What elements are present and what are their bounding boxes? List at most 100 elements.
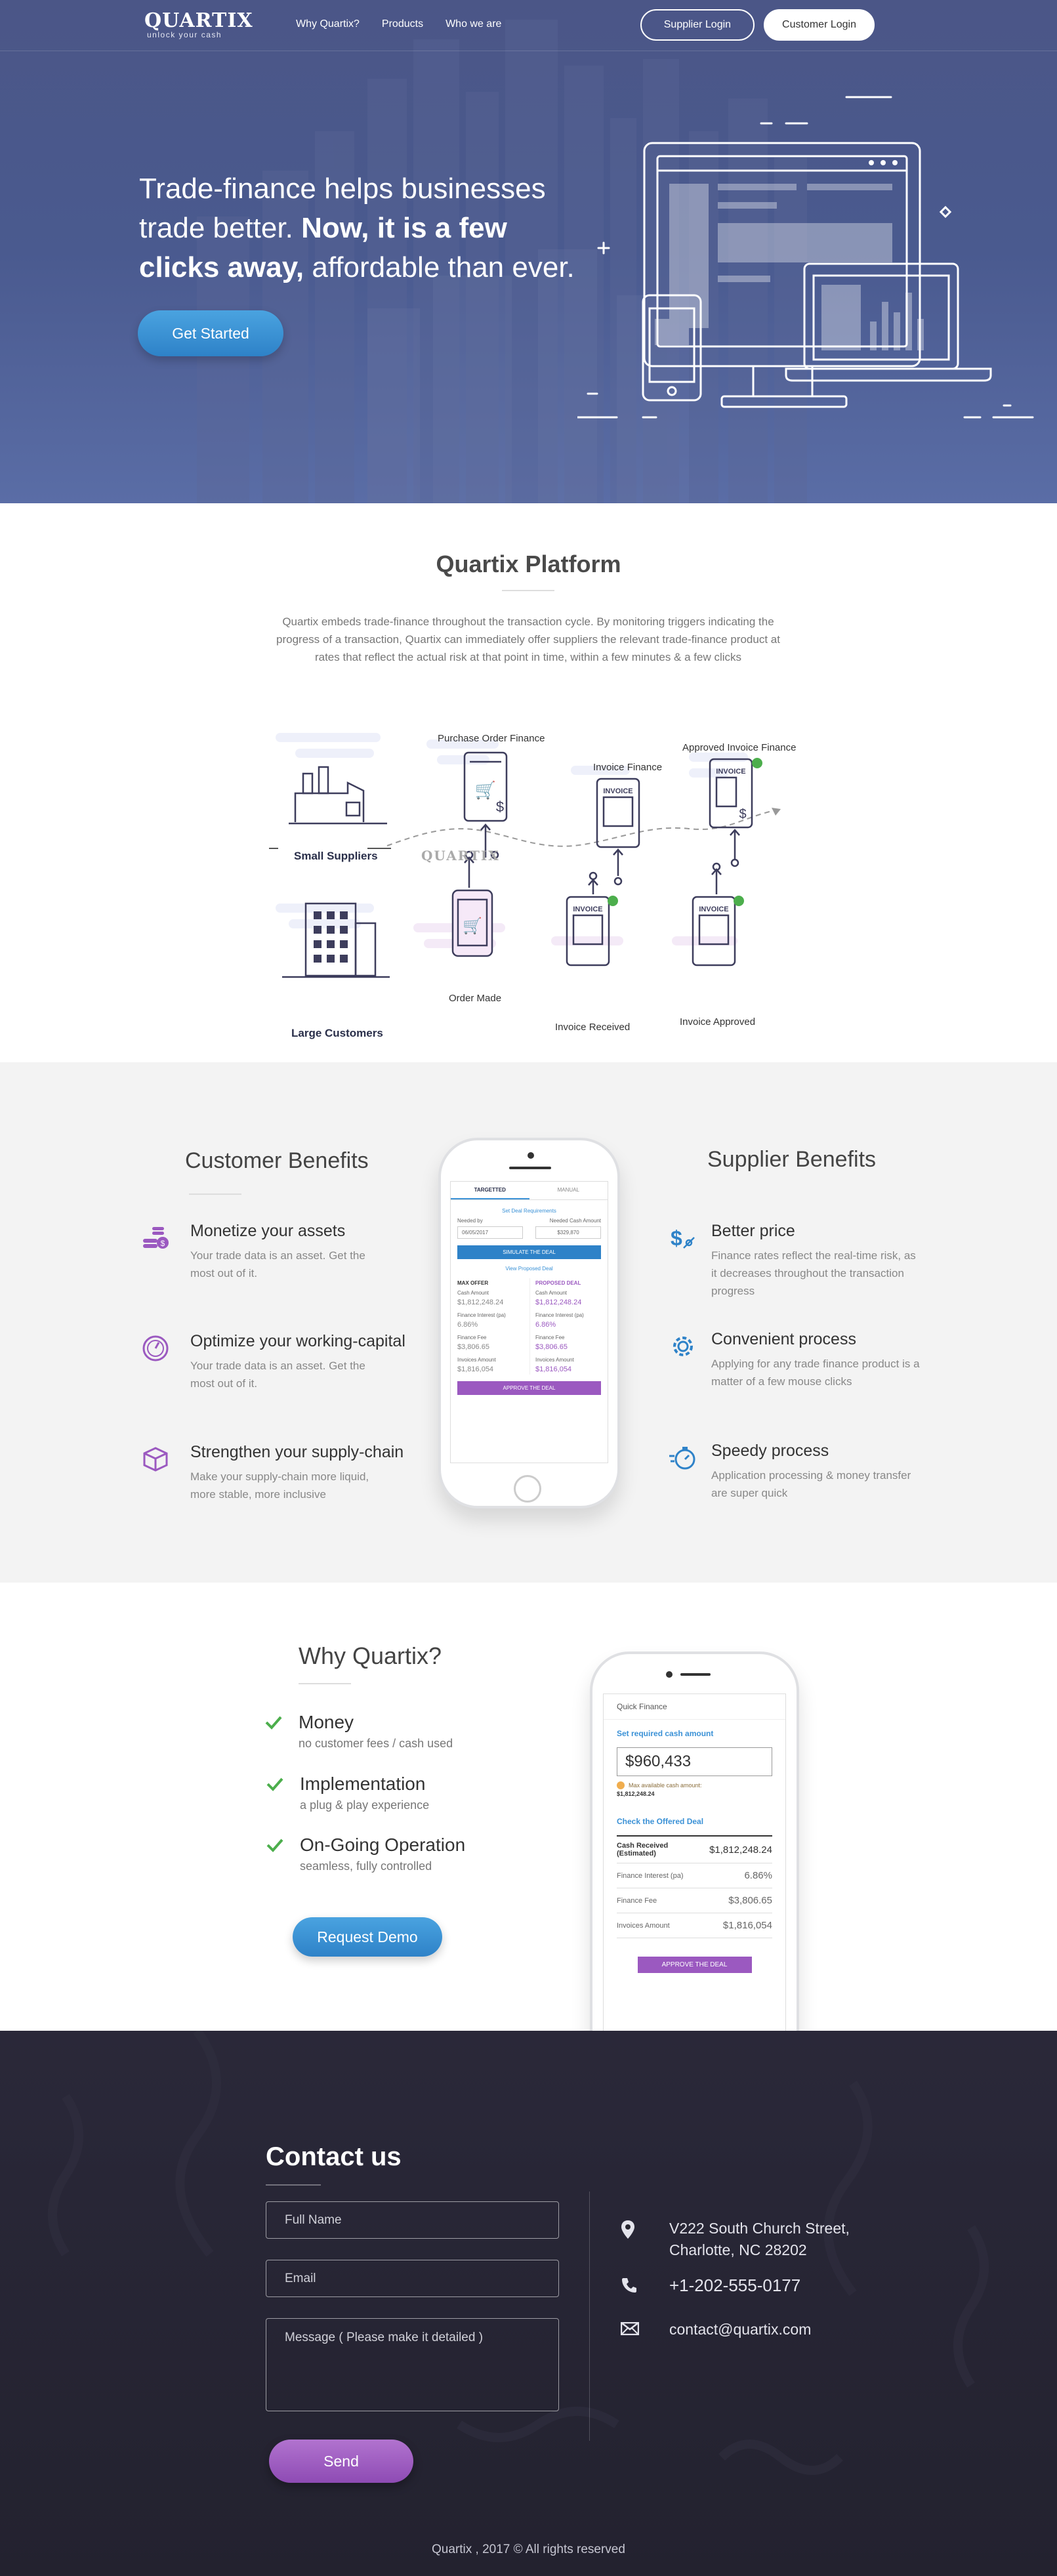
- nav-link-why-quartix[interactable]: Why Quartix?: [296, 18, 360, 30]
- main-nav: Why Quartix? Products Who we are: [296, 18, 501, 30]
- cash-received-label: Cash Received (Estimated): [617, 1842, 669, 1858]
- needed-cash-input[interactable]: $329,870: [535, 1226, 601, 1239]
- location-pin-icon: [621, 2220, 634, 2239]
- svg-text:🛒: 🛒: [463, 917, 482, 935]
- svg-text:🛒: 🛒: [475, 780, 496, 800]
- platform-description: Quartix embeds trade-finance throughout …: [276, 615, 780, 663]
- nav-link-products[interactable]: Products: [382, 18, 423, 30]
- svg-text:$: $: [739, 807, 746, 821]
- customer-title-divider: [189, 1194, 241, 1195]
- quartix-logo[interactable]: QUARTIX unlock your cash: [144, 9, 253, 40]
- why-item-implementation: Implementation a plug & play experience: [266, 1774, 430, 1812]
- benefit-text: Make your supply-chain more liquid, more…: [190, 1470, 369, 1501]
- full-name-input[interactable]: [266, 2201, 559, 2239]
- address: V222 South Church Street, Charlotte, NC …: [669, 2218, 850, 2261]
- approved-invoice-finance-label: Approved Invoice Finance: [682, 742, 797, 753]
- why-item-text: a plug & play experience: [300, 1798, 430, 1812]
- email-address[interactable]: contact@quartix.com: [669, 2319, 811, 2340]
- svg-text:$: $: [496, 799, 504, 815]
- phone-screen: Quick Finance Set required cash amount $…: [603, 1693, 786, 2031]
- supplier-login-button[interactable]: Supplier Login: [640, 9, 755, 41]
- why-item-text: no customer fees / cash used: [299, 1737, 453, 1750]
- cash-amount-label: Cash Amount: [457, 1290, 489, 1296]
- customer-benefits-title: Customer Benefits: [185, 1148, 369, 1173]
- email-input[interactable]: [266, 2260, 559, 2297]
- nav-link-who-we-are[interactable]: Who we are: [446, 18, 501, 30]
- message-textarea[interactable]: [266, 2318, 559, 2411]
- get-started-button[interactable]: Get Started: [138, 310, 283, 356]
- invoice-received-label: Invoice Received: [555, 1022, 631, 1033]
- max-available-label: Max available cash amount:: [629, 1782, 702, 1789]
- svg-text:QUARTIX: QUARTIX: [421, 848, 500, 863]
- benefit-title: Convenient process: [711, 1330, 856, 1348]
- phone-mockup-quick-finance: Quick Finance Set required cash amount $…: [590, 1652, 799, 2031]
- contact-section: Contact us Send V222 South Church Street…: [0, 2031, 1057, 2576]
- supplier-benefits-title: Supplier Benefits: [707, 1147, 877, 1172]
- headline-part-1: Trade-finance helps businesses: [139, 173, 546, 205]
- hero-headline: Trade-finance helps businesses trade bet…: [139, 169, 598, 287]
- approve-deal-button[interactable]: APPROVE THE DEAL: [457, 1381, 601, 1395]
- dollar-percent-icon: $: [671, 1226, 695, 1250]
- fee-label: Finance Fee: [617, 1896, 657, 1905]
- contact-title: Contact us: [266, 2142, 402, 2171]
- send-button[interactable]: Send: [269, 2440, 413, 2483]
- background-pattern: [48, 2031, 989, 2475]
- benefit-title: Strengthen your supply-chain: [190, 1443, 404, 1461]
- po-finance-label: Purchase Order Finance: [438, 733, 545, 744]
- max-offer-header: MAX OFFER: [457, 1280, 489, 1286]
- phone-number[interactable]: +1-202-555-0177: [669, 2275, 800, 2296]
- hero-section: QUARTIX unlock your cash Why Quartix? Pr…: [0, 0, 1057, 503]
- benefit-title: Better price: [711, 1222, 795, 1240]
- max-invoices-value: $1,816,054: [457, 1365, 494, 1373]
- max-cash-value: $1,812,248.24: [457, 1298, 504, 1306]
- cash-amount-input[interactable]: $960,433: [617, 1747, 772, 1776]
- stopwatch-icon: [669, 1447, 695, 1470]
- max-available-note: Max available cash amount:: [604, 1776, 785, 1789]
- set-required-label: Set required cash amount: [617, 1729, 714, 1738]
- request-demo-button[interactable]: Request Demo: [293, 1917, 442, 1957]
- invoices-value: $1,816,054: [722, 1920, 772, 1931]
- fee-label: Finance Fee: [457, 1335, 487, 1340]
- invoices-label: Invoices Amount: [535, 1357, 574, 1363]
- tab-manual[interactable]: MANUAL: [529, 1182, 608, 1199]
- customer-login-button[interactable]: Customer Login: [764, 9, 875, 41]
- phone-camera: [666, 1671, 673, 1678]
- top-navbar: QUARTIX unlock your cash Why Quartix? Pr…: [0, 0, 1057, 51]
- interest-value: 6.86%: [744, 1870, 772, 1881]
- large-customers-label: Large Customers: [291, 1027, 383, 1039]
- headline-part-2: trade better.: [139, 212, 302, 244]
- copyright-text: Quartix , 2017 © All rights reserved: [432, 2543, 625, 2556]
- benefit-text: Application processing & money transfer …: [711, 1469, 911, 1499]
- benefits-section: Customer Benefits $ Monetize your assets…: [0, 1062, 1057, 1583]
- needed-by-label: Needed by: [457, 1218, 483, 1224]
- approve-deal-button[interactable]: APPROVE THE DEAL: [637, 1957, 752, 1973]
- checkmark-icon: [266, 1839, 283, 1852]
- prop-interest-value: 6.86%: [535, 1321, 556, 1329]
- phone-speaker: [680, 1673, 711, 1676]
- platform-title: Quartix Platform: [436, 551, 621, 577]
- invoices-row: Invoices Amount $1,816,054: [617, 1913, 772, 1938]
- address-line-2: Charlotte, NC 28202: [669, 2241, 807, 2258]
- svg-text:$: $: [671, 1226, 682, 1250]
- why-item-title: Implementation: [300, 1774, 426, 1794]
- benefit-text: Finance rates reflect the real-time risk…: [711, 1249, 916, 1297]
- tab-targetted[interactable]: TARGETTED: [451, 1182, 529, 1199]
- needed-by-input[interactable]: 06/05/2017: [457, 1226, 523, 1239]
- invoice-finance-label: Invoice Finance: [593, 762, 663, 773]
- contact-divider: [589, 2192, 590, 2441]
- deal-table: Cash Received (Estimated) $1,812,248.24 …: [617, 1835, 772, 1938]
- phone-home-button[interactable]: [514, 1475, 541, 1503]
- checkmark-icon: [266, 1777, 283, 1791]
- svg-text:INVOICE: INVOICE: [699, 905, 728, 913]
- benefit-title: Monetize your assets: [190, 1222, 346, 1240]
- logo-wordmark: QUARTIX: [144, 9, 253, 32]
- fee-label: Finance Fee: [535, 1335, 565, 1340]
- headline-bold-1: Now, it is a few: [301, 212, 507, 244]
- phone-mockup-deal: TARGETTED MANUAL Set Deal Requirements N…: [438, 1138, 620, 1508]
- set-deal-requirements: Set Deal Requirements: [502, 1208, 556, 1214]
- simulate-deal-button[interactable]: SIMULATE THE DEAL: [457, 1245, 601, 1259]
- interest-label: Finance Interest (pa): [535, 1312, 584, 1318]
- invoice-approved-label: Invoice Approved: [680, 1016, 756, 1028]
- prop-invoices-value: $1,816,054: [535, 1365, 572, 1373]
- view-proposed-deal: View Proposed Deal: [505, 1266, 553, 1272]
